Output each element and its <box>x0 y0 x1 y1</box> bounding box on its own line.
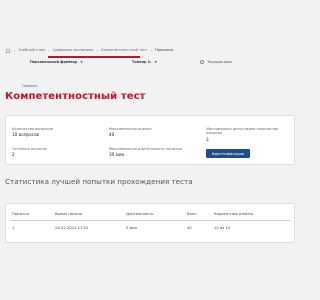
remaining-value: 2 <box>12 152 15 158</box>
assess-link[interactable]: Оценить <box>22 84 37 88</box>
remaining-info: Осталось попыток 2 <box>12 147 47 158</box>
column-header-start-time: Время начала <box>55 212 83 216</box>
personal-selector-label: Персональный фрейтор <box>30 60 78 64</box>
current-role-option[interactable]: Текущая роль <box>200 60 232 64</box>
breadcrumb-item-course[interactable]: Цифровая экономика <box>53 48 94 52</box>
type-selector[interactable]: Тьютор 1: ▼ <box>132 60 157 64</box>
breadcrumb: › Учебный план › Цифровая экономика › Ко… <box>0 44 300 56</box>
max-attempts-value: 3 <box>206 136 209 142</box>
chevron-down-icon: ▼ <box>154 60 157 64</box>
questions-label: Количество вопросов <box>12 127 53 131</box>
duration-label: Максимальная длительность попытки <box>109 147 183 151</box>
questions-info: Количество вопросов 10 вопросов <box>12 127 53 138</box>
breadcrumb-item-current: Просмотр <box>155 48 174 52</box>
table-divider <box>10 220 290 221</box>
max-score-value: 40 <box>109 132 115 138</box>
cell-correct: 10 из 10 <box>214 226 231 230</box>
duration-value: 30 мин. <box>109 152 126 158</box>
max-attempts-info: Максимально допустимое количество попыто… <box>206 127 291 142</box>
stats-title: Статистика лучшей попытки прохождения те… <box>5 177 193 186</box>
column-header-score: Балл <box>187 212 197 216</box>
remaining-label: Осталось попыток <box>12 147 48 151</box>
breadcrumb-separator-icon: › <box>48 47 50 53</box>
test-info-card: Количество вопросов 10 вопросов Максимал… <box>5 115 295 165</box>
questions-value: 10 вопросов <box>12 132 39 138</box>
identification-button[interactable]: Идентификация <box>206 149 250 158</box>
column-header-correct: Корректные ответы <box>214 212 253 216</box>
max-attempts-label: Максимально допустимое количество попыто… <box>206 127 279 136</box>
radio-icon[interactable] <box>200 60 204 64</box>
personal-selector[interactable]: Персональный фрейтор ▼ <box>30 60 83 64</box>
current-role-label: Текущая роль <box>207 60 233 64</box>
stats-table: Попытка Время начала Длительность Балл К… <box>5 203 295 243</box>
column-header-duration: Длительность <box>126 212 154 216</box>
chevron-down-icon: ▼ <box>80 60 83 64</box>
controls-bar: Персональный фрейтор ▼ Тьютор 1: ▼ Текущ… <box>0 58 300 72</box>
cell-start-time: 24-02-2022 17:02 <box>55 226 89 230</box>
breadcrumb-item-plan[interactable]: Учебный план <box>19 48 46 52</box>
cell-attempt: 1 <box>12 226 15 230</box>
column-header-attempt: Попытка <box>12 212 29 216</box>
breadcrumb-item-test[interactable]: Компетентностный тест <box>101 48 147 52</box>
breadcrumb-separator-icon: › <box>14 47 16 53</box>
max-score-info: Максимальная оценка 40 <box>109 127 152 138</box>
breadcrumb-separator-icon: › <box>150 47 153 53</box>
duration-info: Максимальная длительность попытки 30 мин… <box>109 147 182 158</box>
breadcrumb-separator-icon: › <box>96 47 99 53</box>
cell-score: 40 <box>187 226 192 230</box>
page-title: Компетентностный тест <box>5 91 146 102</box>
max-score-label: Максимальная оценка <box>109 127 152 131</box>
home-icon[interactable] <box>5 47 11 53</box>
cell-duration: 3 мин <box>126 226 138 230</box>
type-selector-label: Тьютор 1: <box>132 60 152 64</box>
